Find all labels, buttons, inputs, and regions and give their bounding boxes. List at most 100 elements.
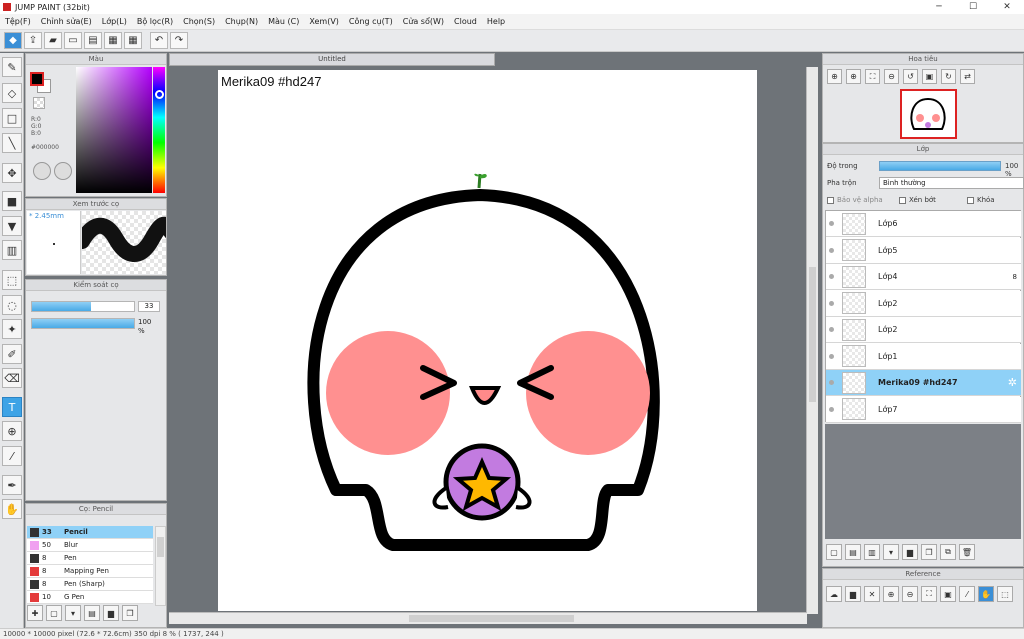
ref-eyedropper-icon[interactable]: ⁄ xyxy=(959,586,975,602)
fit-screen-icon[interactable]: ⛶ xyxy=(865,69,880,84)
ref-select-icon[interactable]: ⬚ xyxy=(997,586,1013,602)
menu-filter[interactable]: Bộ lọc(R) xyxy=(132,17,178,26)
maximize-button[interactable]: ☐ xyxy=(956,0,990,14)
gradient-tool-icon[interactable]: ▥ xyxy=(2,240,22,260)
minimize-button[interactable]: ─ xyxy=(922,0,956,14)
pen-list-item[interactable]: 8 Mapping Pen xyxy=(27,565,153,578)
canvas-horizontal-scrollbar[interactable] xyxy=(169,612,807,624)
ref-fit-icon[interactable]: ⛶ xyxy=(921,586,937,602)
layer-opacity-slider[interactable] xyxy=(879,161,1001,171)
layer-duplicate-icon[interactable]: ❐ xyxy=(921,544,937,560)
layer-settings-icon[interactable]: ✲ xyxy=(1008,376,1017,389)
flip-icon[interactable]: ⇄ xyxy=(960,69,975,84)
menu-window[interactable]: Cửa sổ(W) xyxy=(398,17,449,26)
text-tool-icon[interactable]: T xyxy=(2,397,22,417)
menu-tools[interactable]: Công cụ(T) xyxy=(344,17,398,26)
pen-list-item[interactable]: 33 Pencil xyxy=(27,526,153,539)
pen-tool-icon[interactable]: ✒ xyxy=(2,475,22,495)
lasso-tool-icon[interactable]: ◌ xyxy=(2,295,22,315)
chat-icon[interactable]: ▭ xyxy=(64,32,82,49)
zoom-step-in-icon[interactable]: ⊕ xyxy=(846,69,861,84)
redo-icon[interactable]: ↷ xyxy=(170,32,188,49)
pen-list-item[interactable]: 8 Pen xyxy=(27,552,153,565)
color-palette-icon[interactable] xyxy=(54,162,72,180)
close-button[interactable]: ✕ xyxy=(990,0,1024,14)
page-icon[interactable]: ▤ xyxy=(84,32,102,49)
fill-rect-tool-icon[interactable]: ■ xyxy=(2,191,22,211)
actual-size-icon[interactable]: ▣ xyxy=(922,69,937,84)
comment-icon[interactable]: ▰ xyxy=(44,32,62,49)
drawing-canvas[interactable]: Merika09 #hd247 xyxy=(218,70,757,611)
layer-visibility-icon[interactable] xyxy=(829,300,834,306)
layout-icon[interactable]: ▦ xyxy=(104,32,122,49)
menu-color[interactable]: Màu (C) xyxy=(263,17,304,26)
ref-close-icon[interactable]: ✕ xyxy=(864,586,880,602)
layer-row[interactable]: Lớp5 xyxy=(826,237,1021,264)
layer-menu-icon[interactable]: ▾ xyxy=(883,544,899,560)
eraser-tool-icon[interactable]: ◇ xyxy=(2,83,22,103)
new-1bit-layer-icon[interactable]: ▥ xyxy=(864,544,880,560)
ref-cloud-icon[interactable]: ☁ xyxy=(826,586,842,602)
hue-slider[interactable] xyxy=(153,67,165,193)
layer-visibility-icon[interactable] xyxy=(829,406,834,412)
hue-marker[interactable] xyxy=(155,90,164,99)
layer-row[interactable]: Lớp4 8 xyxy=(826,264,1021,290)
rotate-right-icon[interactable]: ↻ xyxy=(941,69,956,84)
layer-merge-icon[interactable]: ⧉ xyxy=(940,544,956,560)
menu-edit[interactable]: Chỉnh sửa(E) xyxy=(36,17,97,26)
ref-open-icon[interactable]: ▆ xyxy=(845,586,861,602)
bucket-tool-icon[interactable]: ▼ xyxy=(2,216,22,236)
new-pen-icon[interactable]: ▢ xyxy=(46,605,62,621)
menu-cloud[interactable]: Cloud xyxy=(449,17,482,26)
zoom-in-icon[interactable]: ⊕ xyxy=(827,69,842,84)
layer-row[interactable]: Lớp7 xyxy=(826,396,1021,423)
layer-row[interactable]: Merika09 #hd247 ✲ xyxy=(826,370,1021,396)
canvas-vertical-scrollbar[interactable] xyxy=(806,67,818,614)
pen-duplicate-icon[interactable]: ❐ xyxy=(122,605,138,621)
brush-tool-icon[interactable]: ✎ xyxy=(2,57,22,77)
color-wheel-icon[interactable] xyxy=(33,162,51,180)
brush-size-slider[interactable] xyxy=(31,301,135,312)
layer-visibility-icon[interactable] xyxy=(829,274,834,279)
ref-hand-icon[interactable]: ✋ xyxy=(978,586,994,602)
layer-visibility-icon[interactable] xyxy=(829,247,834,253)
delete-layer-icon[interactable]: 🗑 xyxy=(959,544,975,560)
menu-select[interactable]: Chọn(S) xyxy=(178,17,220,26)
layer-row[interactable]: Lớp2 xyxy=(826,290,1021,317)
menu-layer[interactable]: Lớp(L) xyxy=(97,17,132,26)
ref-zoom-in-icon[interactable]: ⊕ xyxy=(883,586,899,602)
layer-visibility-icon[interactable] xyxy=(829,380,834,385)
document-tab[interactable]: Untitled xyxy=(169,53,495,66)
line-tool-icon[interactable]: ╲ xyxy=(2,133,22,153)
select-eraser-tool-icon[interactable]: ⌫ xyxy=(2,368,22,388)
pen-folder-icon[interactable]: ▆ xyxy=(103,605,119,621)
ref-zoom-out-icon[interactable]: ⊖ xyxy=(902,586,918,602)
menu-view[interactable]: Xem(V) xyxy=(304,17,344,26)
layer-row[interactable]: Lớp1 xyxy=(826,343,1021,370)
select-rect-tool-icon[interactable]: ⬚ xyxy=(2,270,22,290)
pen-list-item[interactable]: 10 G Pen xyxy=(27,591,153,604)
pen-copy-icon[interactable]: ▤ xyxy=(84,605,100,621)
magic-wand-tool-icon[interactable]: ✦ xyxy=(2,319,22,339)
foreground-color-swatch[interactable] xyxy=(30,72,44,86)
select-pen-tool-icon[interactable]: ✐ xyxy=(2,344,22,364)
hand-tool-icon[interactable]: ✋ xyxy=(2,499,22,519)
menu-capture[interactable]: Chụp(N) xyxy=(220,17,263,26)
saturation-value-picker[interactable] xyxy=(76,67,152,193)
pen-list-scrollbar[interactable] xyxy=(155,526,166,606)
move-tool-icon[interactable]: ✥ xyxy=(2,163,22,183)
layer-row[interactable]: Lớp2 xyxy=(826,317,1021,343)
add-pen-icon[interactable]: ✚ xyxy=(27,605,43,621)
layer-row[interactable]: Lớp6 xyxy=(826,211,1021,237)
layer-visibility-icon[interactable] xyxy=(829,221,834,226)
transparent-color-icon[interactable] xyxy=(33,97,45,109)
navigator-thumbnail[interactable] xyxy=(900,89,957,139)
undo-icon[interactable]: ↶ xyxy=(150,32,168,49)
new-layer-icon[interactable]: ▢ xyxy=(826,544,842,560)
protect-alpha-checkbox[interactable]: Bảo vệ alpha xyxy=(827,196,883,204)
layer-visibility-icon[interactable] xyxy=(829,353,834,359)
eyedropper-tool-icon[interactable]: ⁄ xyxy=(2,446,22,466)
layer-folder-icon[interactable]: ▆ xyxy=(902,544,918,560)
brush-size-value[interactable]: 33 xyxy=(138,301,160,312)
pen-menu-icon[interactable]: ▾ xyxy=(65,605,81,621)
